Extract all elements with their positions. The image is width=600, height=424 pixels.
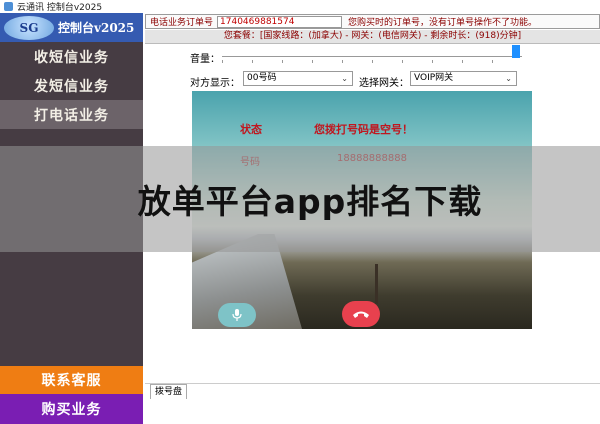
display-select-label: 对方显示：	[190, 78, 240, 89]
sidebar-item-phone-call[interactable]: 打电话业务	[0, 100, 143, 129]
gateway-select-label: 选择网关：	[359, 78, 409, 89]
logo: SG	[4, 15, 54, 40]
gateway-select-value: VOIP网关	[414, 73, 454, 83]
display-number-select[interactable]: 00号码 ⌄	[243, 71, 353, 86]
background-post	[375, 264, 378, 304]
hangup-phone-icon	[353, 311, 369, 318]
overlay-banner: 放单平台app排名下载	[0, 146, 600, 252]
sidebar-item-send-sms[interactable]: 发短信业务	[0, 71, 143, 100]
chevron-down-icon: ⌄	[505, 74, 512, 83]
hangup-button[interactable]	[342, 301, 380, 327]
order-number-input[interactable]: 1740469881574	[217, 15, 343, 28]
tab-dialpad[interactable]: 拨号盘	[150, 384, 188, 399]
window-title: 云通讯 控制台v2025	[17, 3, 103, 13]
order-note: 您购买时的订单号，没有订单号操作不了功能。	[348, 18, 538, 28]
buy-service-button[interactable]: 购买业务	[0, 394, 143, 424]
sidebar-item-receive-sms[interactable]: 收短信业务	[0, 42, 143, 71]
overlay-banner-text: 放单平台app排名下载	[137, 182, 483, 221]
brand-title: 控制台v2025	[58, 21, 135, 35]
chevron-down-icon: ⌄	[341, 74, 348, 83]
contact-support-button[interactable]: 联系客服	[0, 366, 143, 394]
volume-slider-thumb[interactable]	[512, 45, 520, 58]
order-label: 电话业务订单号	[150, 18, 214, 28]
volume-slider-track[interactable]	[222, 56, 522, 57]
call-status-value: 您拨打号码是空号！	[314, 123, 413, 136]
sidebar-header: SG 控制台v2025	[0, 13, 143, 42]
package-info: 您套餐：[国家线路：(加拿大) - 网关：(电信网关) - 剩余时长：(918)…	[145, 30, 600, 44]
display-number-select-value: 00号码	[247, 73, 277, 83]
window-titlebar: 云通讯 控制台v2025	[0, 0, 600, 13]
gateway-select[interactable]: VOIP网关 ⌄	[410, 71, 517, 86]
order-row: 电话业务订单号 1740469881574 您购买时的订单号，没有订单号操作不了…	[145, 14, 600, 29]
mute-microphone-button[interactable]	[218, 303, 256, 327]
app-icon	[4, 2, 13, 11]
volume-slider-ticks	[222, 60, 522, 63]
call-status-label: 状态	[240, 123, 262, 136]
volume-label: 音量：	[190, 54, 220, 65]
microphone-icon	[232, 309, 242, 321]
bottom-tab-bar	[145, 383, 600, 401]
